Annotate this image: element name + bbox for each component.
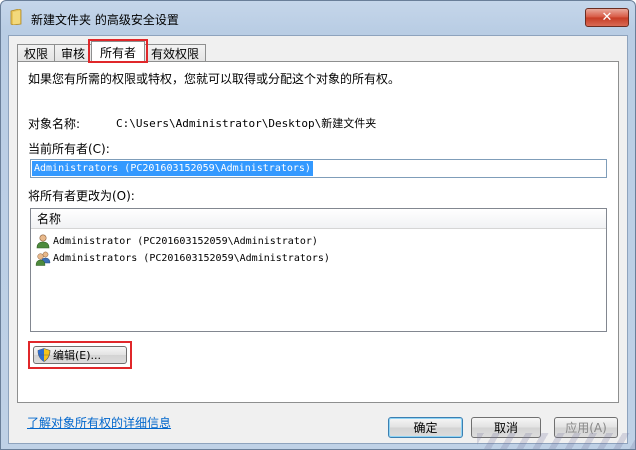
object-name-label: 对象名称: bbox=[28, 117, 81, 131]
dialog-client-area: 权限 审核 所有者 有效权限 如果您有所需的权限或特权，您就可以取得或分配这个对… bbox=[8, 35, 636, 449]
title-bar[interactable]: 新建文件夹 的高级安全设置 ✕ bbox=[1, 1, 635, 35]
edit-button-highlight: 编辑(E)... bbox=[28, 341, 132, 369]
tab-owner[interactable]: 所有者 bbox=[88, 39, 149, 63]
learn-ownership-link[interactable]: 了解对象所有权的详细信息 bbox=[27, 414, 171, 431]
owner-description: 如果您有所需的权限或特权，您就可以取得或分配这个对象的所有权。 bbox=[28, 72, 401, 86]
close-button[interactable]: ✕ bbox=[585, 8, 629, 27]
uac-shield-icon bbox=[37, 348, 51, 362]
user-icon bbox=[36, 234, 50, 249]
folder-icon bbox=[10, 9, 22, 25]
group-icon bbox=[35, 251, 51, 266]
ok-button[interactable]: 确定 bbox=[388, 417, 463, 438]
object-name-value: C:\Users\Administrator\Desktop\新建文件夹 bbox=[116, 117, 377, 130]
list-item-label: Administrators (PC201603152059\Administr… bbox=[53, 252, 330, 264]
tab-strip: 权限 审核 所有者 有效权限 bbox=[17, 39, 207, 63]
change-owner-label: 将所有者更改为(O): bbox=[28, 189, 135, 203]
tab-effective-permissions[interactable]: 有效权限 bbox=[144, 44, 207, 62]
list-item[interactable]: Administrators (PC201603152059\Administr… bbox=[35, 250, 330, 266]
window-title: 新建文件夹 的高级安全设置 bbox=[31, 13, 179, 27]
list-item[interactable]: Administrator (PC201603152059\Administra… bbox=[35, 233, 318, 249]
edit-button-label: 编辑(E)... bbox=[53, 349, 102, 362]
current-owner-value: Administrators (PC201603152059\Administr… bbox=[32, 161, 313, 176]
owner-tab-panel: 如果您有所需的权限或特权，您就可以取得或分配这个对象的所有权。 对象名称: C:… bbox=[17, 61, 619, 403]
security-settings-window: 新建文件夹 的高级安全设置 ✕ 权限 审核 所有者 有效权限 如果您有所需的权限… bbox=[0, 0, 636, 450]
list-item-label: Administrator (PC201603152059\Administra… bbox=[53, 235, 318, 247]
list-column-header-name[interactable]: 名称 bbox=[31, 209, 606, 229]
watermark-overlay bbox=[477, 433, 636, 449]
close-icon: ✕ bbox=[601, 10, 613, 25]
owner-candidates-list[interactable]: 名称 Administrator (PC201603152059\Adminis… bbox=[30, 208, 607, 332]
edit-button[interactable]: 编辑(E)... bbox=[33, 346, 127, 364]
tab-auditing[interactable]: 审核 bbox=[54, 44, 93, 62]
current-owner-field[interactable]: Administrators (PC201603152059\Administr… bbox=[30, 159, 607, 178]
tab-permissions[interactable]: 权限 bbox=[17, 44, 56, 62]
current-owner-label: 当前所有者(C): bbox=[28, 142, 110, 156]
